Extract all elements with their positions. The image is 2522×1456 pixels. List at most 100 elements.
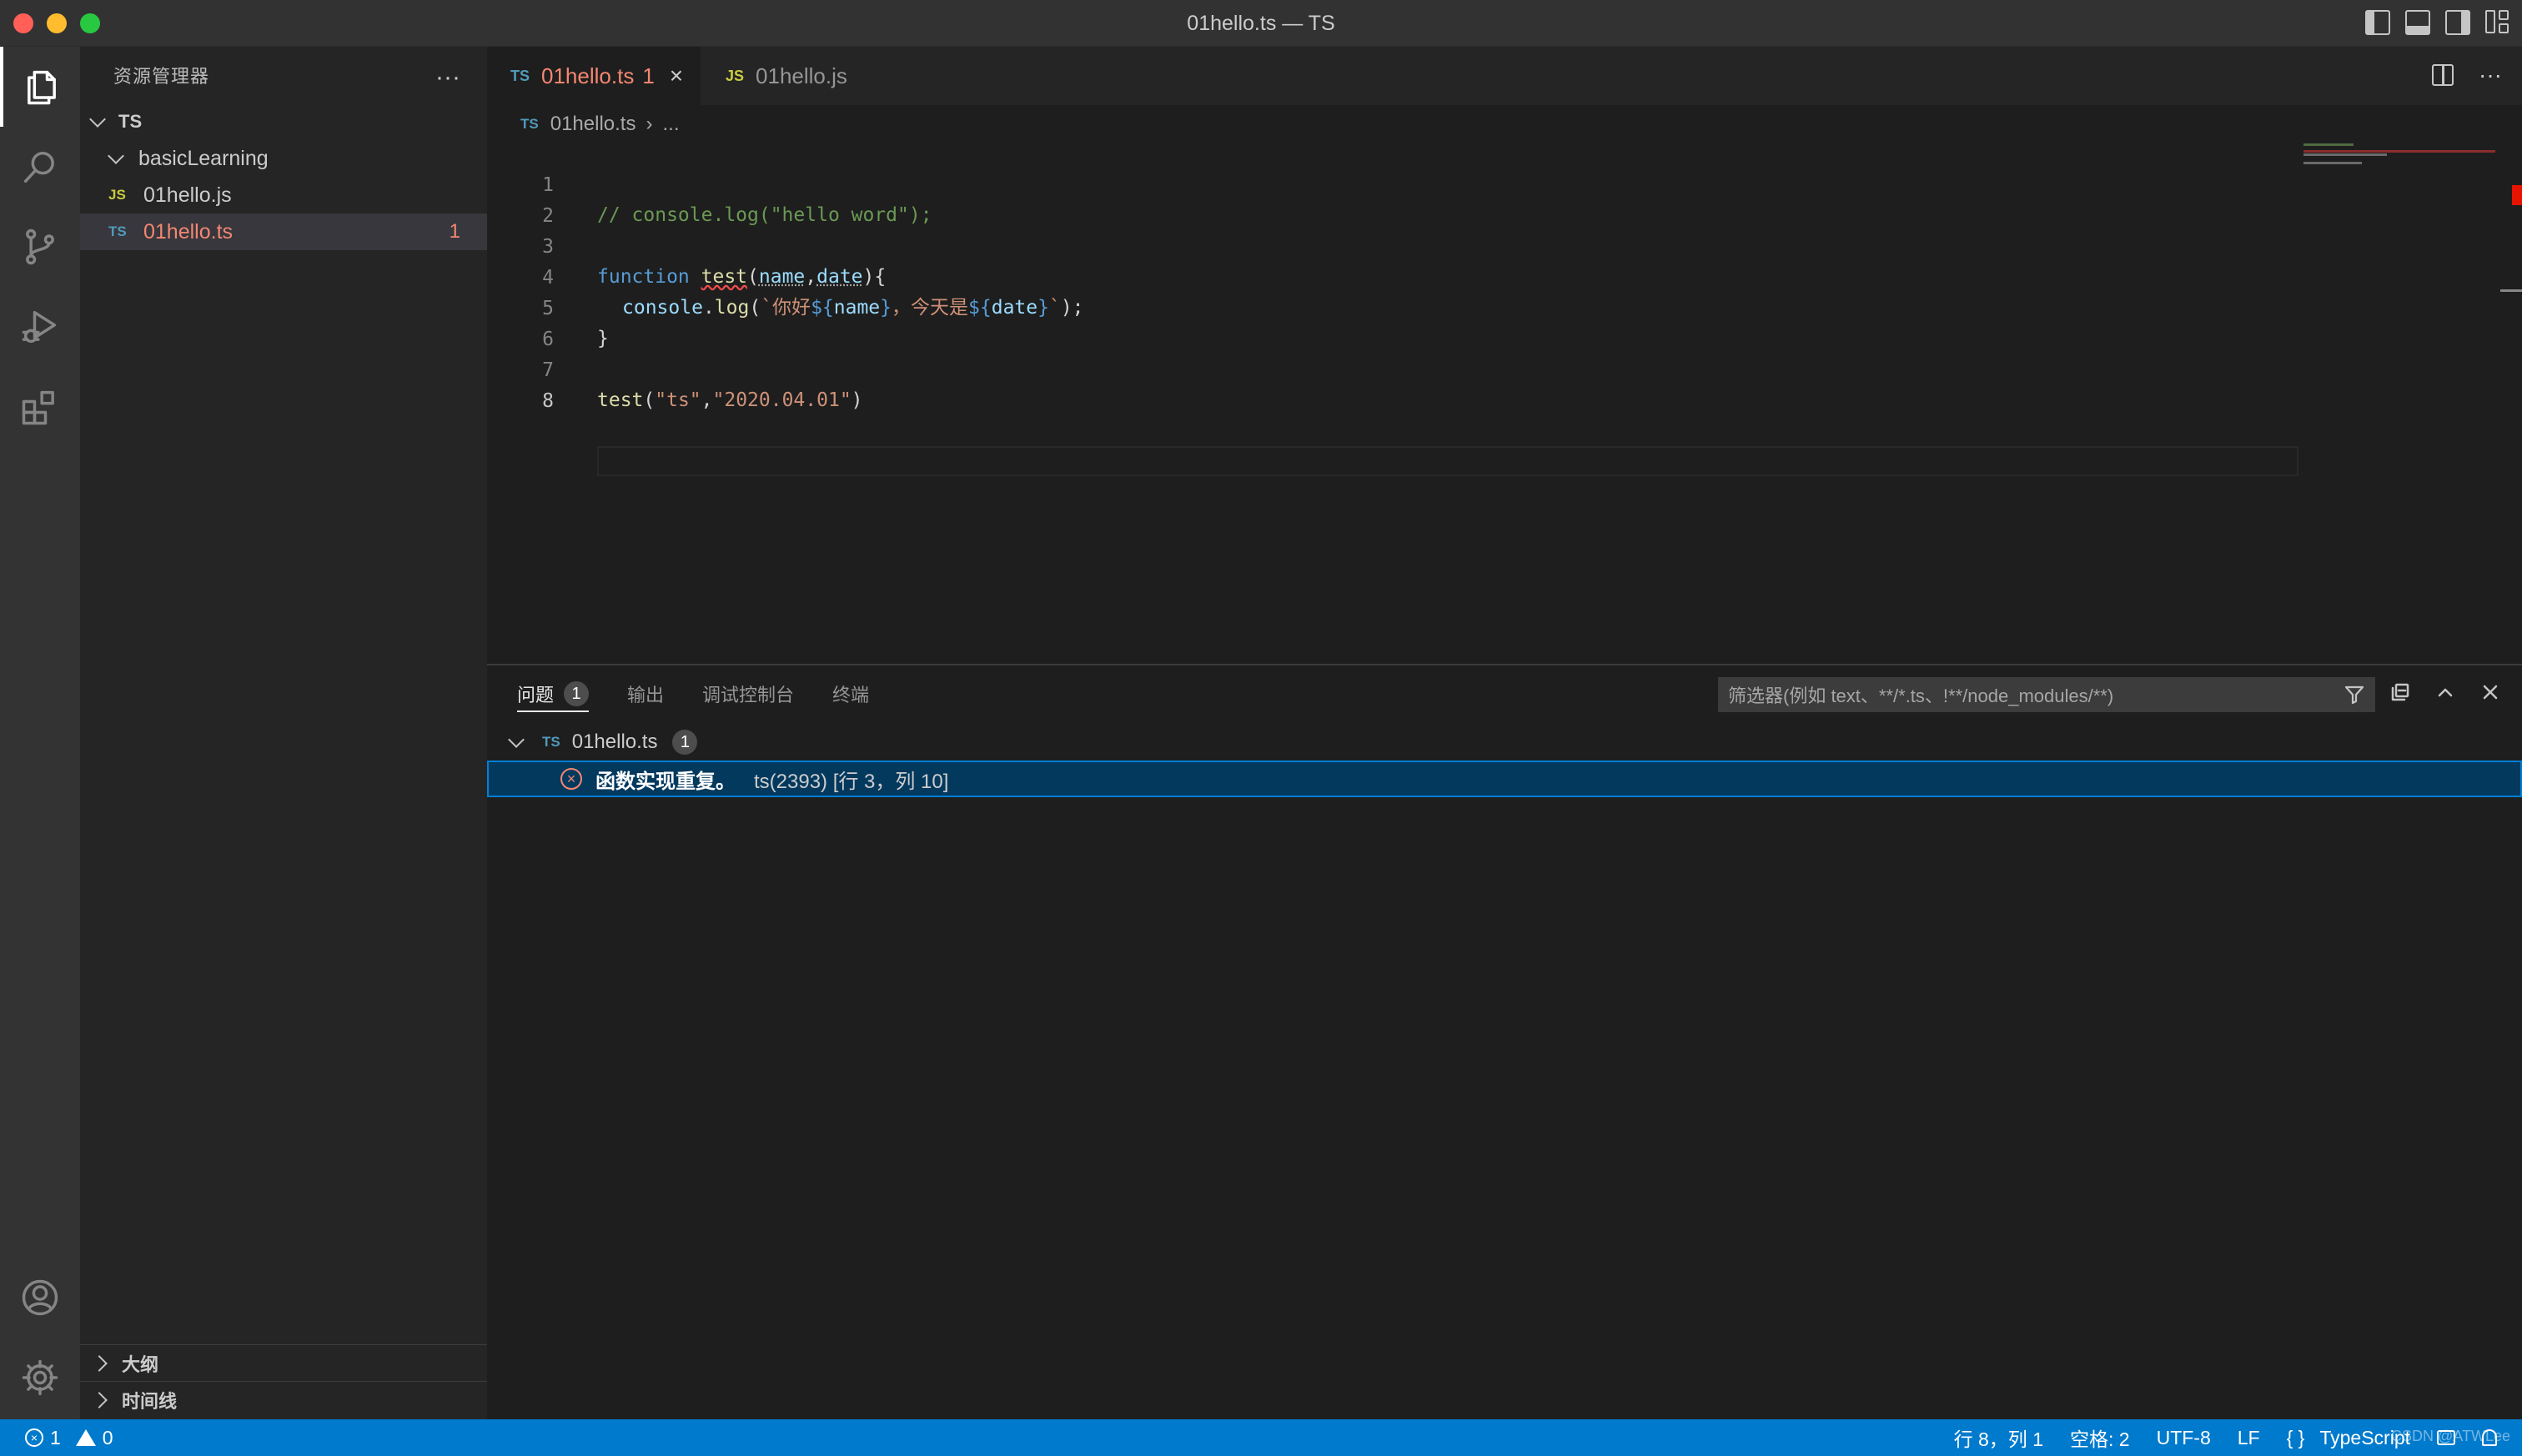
tab-problems[interactable]: 问题 1 [517, 665, 590, 722]
filter-icon[interactable] [2344, 684, 2365, 705]
tree-file-01hello-js[interactable]: JS 01hello.js [80, 177, 487, 213]
line-number: 8 [542, 390, 554, 412]
status-bar: × 1 0 行 8，列 1 空格: 2 UTF-8 LF { } TypeScr… [0, 1419, 2522, 1456]
minimap[interactable] [2303, 142, 2504, 175]
cursor-position[interactable]: 行 8，列 1 [1954, 1423, 2043, 1452]
bottom-panel: 问题 1 输出 调试控制台 终端 筛选器(例如 text、**/*.ts、!**… [487, 664, 2522, 1419]
tab-label: 01hello.ts [541, 63, 635, 88]
problems-status[interactable]: × 1 0 [25, 1419, 113, 1456]
tab-01hello-js[interactable]: JS 01hello.js [702, 47, 886, 105]
warning-count: 0 [102, 1426, 113, 1448]
scrollbar-position-marker [2500, 289, 2522, 292]
code-editor[interactable]: 1 // console.log("hello word"); 2 3 func… [487, 140, 2522, 657]
panel-actions [2389, 680, 2502, 704]
explorer-icon[interactable] [0, 47, 80, 127]
code-line: 2 [487, 171, 2522, 227]
explorer-more-actions-button[interactable]: ··· [435, 63, 460, 92]
tab-terminal[interactable]: 终端 [832, 665, 869, 722]
toggle-secondary-sidebar-icon[interactable] [2445, 10, 2470, 35]
tab-01hello-ts[interactable]: TS 01hello.ts 1 × [487, 47, 701, 105]
warning-icon [75, 1429, 96, 1446]
encoding[interactable]: UTF-8 [2157, 1427, 2211, 1449]
current-line-highlight [597, 446, 2298, 476]
javascript-file-icon: JS [726, 67, 745, 84]
file-error-count: 1 [449, 220, 460, 243]
typescript-file-icon: TS [542, 734, 560, 750]
end-of-line[interactable]: LF [2238, 1427, 2260, 1449]
window-title: 01hello.ts — TS [1187, 12, 1335, 35]
error-scroll-marker [2512, 185, 2522, 205]
source-control-icon[interactable] [0, 207, 80, 287]
chevron-right-icon [91, 1391, 108, 1408]
outline-label: 大纲 [122, 1353, 159, 1375]
editor-tabs: TS 01hello.ts 1 × JS 01hello.js ··· [487, 47, 2522, 105]
explorer-root-folder[interactable]: TS [80, 103, 487, 140]
tab-label: 01hello.js [756, 63, 847, 88]
toggle-panel-icon[interactable] [2405, 10, 2430, 35]
chevron-down-icon [108, 148, 124, 164]
run-debug-icon[interactable] [0, 287, 80, 367]
timeline-label: 时间线 [122, 1390, 178, 1412]
problems-filter-input[interactable]: 筛选器(例如 text、**/*.ts、!**/node_modules/**) [1718, 677, 2375, 712]
customize-layout-icon[interactable] [2485, 10, 2510, 35]
watermark: CSDN @ATWLee [2391, 1428, 2510, 1444]
typescript-file-icon: TS [510, 67, 530, 84]
breadcrumb-symbol[interactable]: ... [662, 113, 679, 136]
layout-controls [2365, 10, 2510, 35]
tree-folder-basiclearning[interactable]: basicLearning [80, 140, 487, 177]
close-panel-icon[interactable] [2479, 680, 2502, 704]
group-count-badge: 1 [672, 730, 698, 755]
problems-count-badge: 1 [564, 681, 590, 706]
root-folder-label: TS [118, 111, 143, 132]
tree-file-01hello-ts[interactable]: TS 01hello.ts 1 [80, 213, 487, 250]
error-count: 1 [50, 1426, 61, 1448]
typescript-file-icon: TS [520, 116, 539, 132]
typescript-file-icon: TS [108, 223, 127, 239]
panel-tabs: 问题 1 输出 调试控制台 终端 [517, 665, 907, 722]
explorer-sidebar: 资源管理器 ··· TS basicLearning JS 01hello.js… [80, 47, 487, 1419]
timeline-section[interactable]: 时间线 [80, 1381, 487, 1418]
braces-icon: { } [2286, 1426, 2305, 1448]
code-line: 6 [487, 294, 2522, 350]
problems-file-group[interactable]: TS 01hello.ts 1 [487, 724, 2522, 761]
more-actions-icon[interactable]: ··· [2479, 62, 2502, 88]
error-icon: × [25, 1428, 43, 1447]
editor-actions: ··· [2432, 62, 2502, 88]
code-line: 5 } [487, 264, 2522, 349]
title-bar: 01hello.ts — TS [0, 0, 2522, 47]
code-line: 3 function test(name,date){ [487, 202, 2522, 288]
explorer-title: 资源管理器 [113, 66, 210, 87]
problem-source: ts(2393) [行 3，列 10] [754, 770, 949, 793]
code-line-current: 8 [487, 356, 2522, 476]
collapse-all-icon[interactable] [2389, 680, 2412, 704]
tab-output[interactable]: 输出 [627, 665, 664, 722]
code-line: 7 test("ts","2020.04.01") [487, 325, 2522, 411]
error-icon: × [560, 768, 582, 790]
code-line: 1 // console.log("hello word"); [487, 140, 2522, 226]
settings-gear-icon[interactable] [0, 1338, 80, 1418]
toggle-primary-sidebar-icon[interactable] [2365, 10, 2390, 35]
accounts-icon[interactable] [0, 1258, 80, 1338]
close-tab-icon[interactable]: × [670, 63, 683, 89]
problem-message: 函数实现重复。 [595, 770, 736, 793]
outline-section[interactable]: 大纲 [80, 1344, 487, 1381]
tab-debug-console[interactable]: 调试控制台 [702, 665, 794, 722]
file-label: 01hello.js [143, 183, 232, 207]
line-content: test("ts","2020.04.01") [597, 389, 863, 411]
breadcrumb-file[interactable]: 01hello.ts [550, 113, 636, 136]
chevron-right-icon [91, 1354, 108, 1372]
problem-item[interactable]: × 函数实现重复。 ts(2393) [行 3，列 10] [487, 761, 2522, 797]
folder-label: basicLearning [138, 146, 269, 170]
tab-error-count: 1 [642, 63, 655, 88]
chevron-down-icon [89, 111, 106, 128]
extensions-icon[interactable] [0, 367, 80, 447]
chevron-down-icon [508, 731, 525, 748]
filter-placeholder: 筛选器(例如 text、**/*.ts、!**/node_modules/**) [1728, 685, 2114, 706]
code-line: 4 console.log(`你好${name}，今天是${date}`); [487, 233, 2522, 319]
activity-bar [0, 47, 80, 1419]
maximize-panel-icon[interactable] [2434, 680, 2457, 704]
file-label: 01hello.ts [143, 219, 234, 244]
split-editor-icon[interactable] [2432, 64, 2454, 86]
search-icon[interactable] [0, 127, 80, 207]
indentation[interactable]: 空格: 2 [2070, 1423, 2130, 1452]
